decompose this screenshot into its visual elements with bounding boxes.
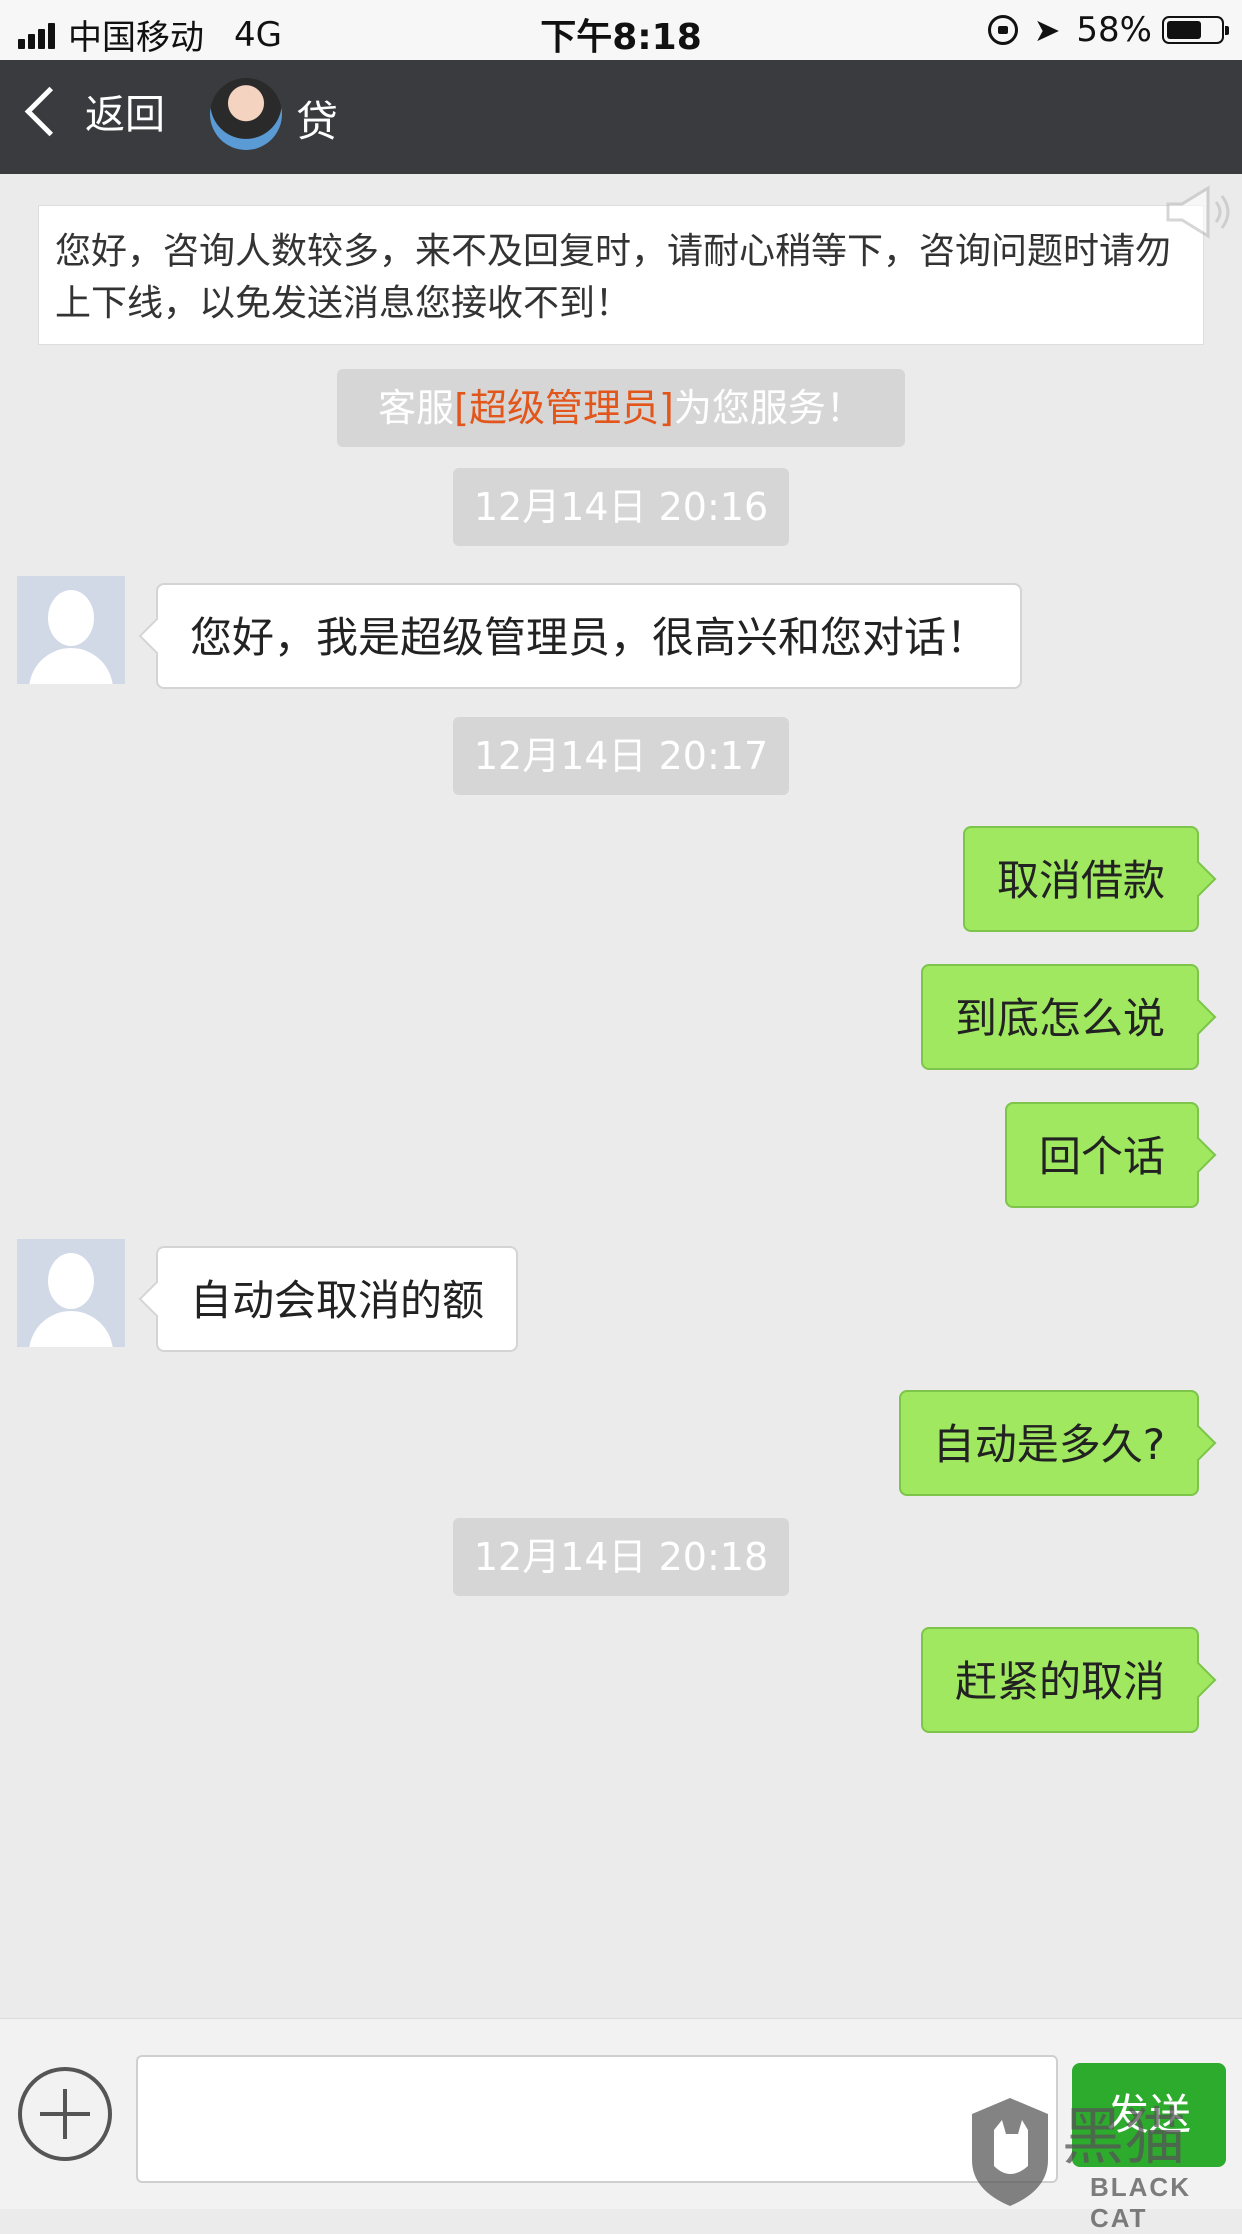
message-bubble-outgoing: 到底怎么说 bbox=[920, 964, 1199, 1070]
battery-icon bbox=[1162, 16, 1229, 44]
agent-avatar[interactable] bbox=[17, 1239, 125, 1347]
timestamp: 12月14日 20:18 bbox=[453, 1518, 789, 1596]
megaphone-icon bbox=[1166, 185, 1230, 239]
nav-bar: 返回 贷 bbox=[0, 60, 1242, 174]
message-bubble-outgoing: 回个话 bbox=[1004, 1102, 1199, 1208]
timestamp: 12月14日 20:16 bbox=[453, 468, 789, 546]
rotation-lock-icon bbox=[987, 15, 1018, 45]
svg-text:黑猫: 黑猫 bbox=[1062, 2100, 1186, 2173]
back-label: 返回 bbox=[85, 92, 165, 138]
agent-avatar[interactable] bbox=[17, 576, 125, 684]
service-suffix: 为您服务！ bbox=[673, 386, 864, 430]
message-bubble-outgoing: 取消借款 bbox=[962, 826, 1199, 932]
message-bubble-incoming: 您好，我是超级管理员，很高兴和您对话！ bbox=[156, 583, 1023, 689]
black-cat-watermark: 黑猫 BLACK CAT bbox=[970, 2090, 1242, 2233]
notice-banner: 您好，咨询人数较多，来不及回复时，请耐心稍等下，咨询问题时请勿上下线，以免发送消… bbox=[38, 205, 1204, 345]
plus-icon-button[interactable] bbox=[18, 2067, 112, 2161]
status-bar: 中国移动 4G 下午8:18 ➤ 58% bbox=[0, 0, 1242, 60]
chat-title: 贷 bbox=[296, 97, 339, 146]
service-agent-name: [超级管理员] bbox=[454, 386, 674, 430]
battery-percent: 58% bbox=[1076, 10, 1152, 50]
back-button[interactable]: 返回 bbox=[18, 82, 165, 140]
contact-avatar[interactable] bbox=[210, 78, 282, 150]
message-input[interactable] bbox=[136, 2055, 1058, 2183]
service-assigned-notice: 客服[超级管理员]为您服务！ bbox=[337, 369, 905, 447]
message-bubble-outgoing: 赶紧的取消 bbox=[920, 1627, 1199, 1733]
watermark-text: BLACK CAT bbox=[1090, 2172, 1191, 2233]
chevron-left-icon bbox=[24, 86, 75, 136]
timestamp: 12月14日 20:17 bbox=[453, 717, 789, 795]
message-bubble-outgoing: 自动是多久? bbox=[898, 1390, 1199, 1496]
location-arrow-icon: ➤ bbox=[1033, 11, 1061, 49]
message-bubble-incoming: 自动会取消的额 bbox=[156, 1246, 519, 1352]
service-prefix: 客服 bbox=[378, 386, 455, 430]
